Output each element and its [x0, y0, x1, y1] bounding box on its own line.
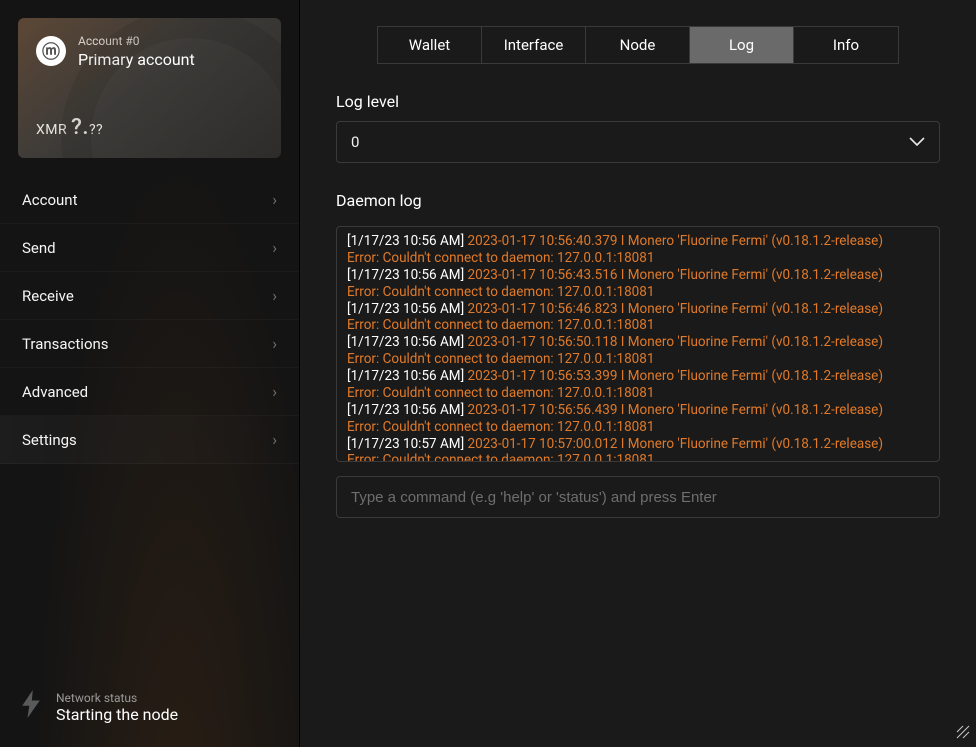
log-timestamp: [1/17/23 10:56 AM] [347, 233, 464, 249]
account-card[interactable]: ⓜ Account #0 Primary account XMR ?.?? [18, 18, 281, 158]
log-info: 2023-01-17 10:56:50.118 I Monero 'Fluori… [468, 334, 884, 350]
daemon-log-output[interactable]: [1/17/23 10:56 AM] 2023-01-17 10:56:40.3… [336, 226, 940, 462]
tab-info[interactable]: Info [794, 27, 898, 63]
log-error-line: Error: Couldn't connect to daemon: 127.0… [347, 419, 929, 436]
log-timestamp: [1/17/23 10:57 AM] [347, 436, 464, 452]
log-error-line: Error: Couldn't connect to daemon: 127.0… [347, 351, 929, 368]
log-error: Error: Couldn't connect to daemon: 127.0… [347, 452, 654, 462]
log-error-line: Error: Couldn't connect to daemon: 127.0… [347, 317, 929, 334]
account-name: Primary account [78, 50, 263, 69]
nav-item-transactions[interactable]: Transactions › [0, 320, 299, 368]
account-number: Account #0 [78, 34, 263, 48]
log-level-label: Log level [336, 92, 940, 111]
nav-label: Send [22, 239, 56, 257]
nav-label: Transactions [22, 335, 109, 353]
chevron-right-icon: › [272, 382, 277, 401]
log-error: Error: Couldn't connect to daemon: 127.0… [347, 284, 654, 300]
chevron-down-icon [909, 133, 925, 151]
log-line: [1/17/23 10:56 AM] 2023-01-17 10:56:56.4… [347, 402, 929, 419]
daemon-command-input[interactable] [336, 476, 940, 518]
tab-log[interactable]: Log [690, 27, 794, 63]
tab-node[interactable]: Node [586, 27, 690, 63]
monero-logo-icon: ⓜ [36, 36, 66, 66]
log-line: [1/17/23 10:56 AM] 2023-01-17 10:56:50.1… [347, 334, 929, 351]
network-status-text: Starting the node [56, 705, 178, 724]
log-info: 2023-01-17 10:56:40.379 I Monero 'Fluori… [468, 233, 884, 249]
nav-item-receive[interactable]: Receive › [0, 272, 299, 320]
nav-item-send[interactable]: Send › [0, 224, 299, 272]
sidebar-nav: Account › Send › Receive › Transactions … [0, 176, 299, 464]
nav-label: Receive [22, 287, 74, 305]
log-error-line: Error: Couldn't connect to daemon: 127.0… [347, 452, 929, 462]
log-info: 2023-01-17 10:56:56.439 I Monero 'Fluori… [468, 402, 884, 418]
log-error: Error: Couldn't connect to daemon: 127.0… [347, 385, 654, 401]
log-error: Error: Couldn't connect to daemon: 127.0… [347, 351, 654, 367]
log-info: 2023-01-17 10:57:00.012 I Monero 'Fluori… [468, 436, 884, 452]
nav-label: Advanced [22, 383, 88, 401]
log-info: 2023-01-17 10:56:53.399 I Monero 'Fluori… [468, 368, 884, 384]
tab-interface[interactable]: Interface [482, 27, 586, 63]
log-line: [1/17/23 10:56 AM] 2023-01-17 10:56:53.3… [347, 368, 929, 385]
tab-wallet[interactable]: Wallet [378, 27, 482, 63]
account-balance: XMR ?.?? [36, 115, 103, 140]
log-line: [1/17/23 10:56 AM] 2023-01-17 10:56:43.5… [347, 267, 929, 284]
chevron-right-icon: › [272, 430, 277, 449]
log-info: 2023-01-17 10:56:46.823 I Monero 'Fluori… [468, 301, 884, 317]
chevron-right-icon: › [272, 286, 277, 305]
nav-label: Settings [22, 431, 77, 449]
log-timestamp: [1/17/23 10:56 AM] [347, 368, 464, 384]
chevron-right-icon: › [272, 334, 277, 353]
chevron-right-icon: › [272, 190, 277, 209]
log-level-value: 0 [351, 133, 359, 151]
daemon-log-label: Daemon log [336, 191, 940, 210]
nav-item-settings[interactable]: Settings › [0, 416, 299, 464]
log-line: [1/17/23 10:57 AM] 2023-01-17 10:57:00.0… [347, 436, 929, 453]
nav-item-advanced[interactable]: Advanced › [0, 368, 299, 416]
log-line: [1/17/23 10:56 AM] 2023-01-17 10:56:40.3… [347, 233, 929, 250]
log-error-line: Error: Couldn't connect to daemon: 127.0… [347, 250, 929, 267]
log-timestamp: [1/17/23 10:56 AM] [347, 334, 464, 350]
log-timestamp: [1/17/23 10:56 AM] [347, 267, 464, 283]
log-timestamp: [1/17/23 10:56 AM] [347, 402, 464, 418]
log-line: [1/17/23 10:56 AM] 2023-01-17 10:56:46.8… [347, 301, 929, 318]
log-info: 2023-01-17 10:56:43.516 I Monero 'Fluori… [468, 267, 884, 283]
sidebar: ⓜ Account #0 Primary account XMR ?.?? Ac… [0, 0, 300, 747]
main-content: Wallet Interface Node Log Info Log level… [300, 0, 976, 747]
resize-handle-icon[interactable] [956, 725, 970, 743]
log-error-line: Error: Couldn't connect to daemon: 127.0… [347, 284, 929, 301]
log-error: Error: Couldn't connect to daemon: 127.0… [347, 250, 654, 266]
log-error: Error: Couldn't connect to daemon: 127.0… [347, 419, 654, 435]
chevron-right-icon: › [272, 238, 277, 257]
nav-item-account[interactable]: Account › [0, 176, 299, 224]
nav-label: Account [22, 191, 78, 209]
lightning-icon [20, 690, 42, 725]
settings-tabs: Wallet Interface Node Log Info [377, 26, 899, 64]
log-timestamp: [1/17/23 10:56 AM] [347, 301, 464, 317]
network-status-label: Network status [56, 691, 178, 705]
log-level-select[interactable]: 0 [336, 121, 940, 163]
log-error-line: Error: Couldn't connect to daemon: 127.0… [347, 385, 929, 402]
network-status: Network status Starting the node [0, 676, 299, 747]
log-error: Error: Couldn't connect to daemon: 127.0… [347, 317, 654, 333]
